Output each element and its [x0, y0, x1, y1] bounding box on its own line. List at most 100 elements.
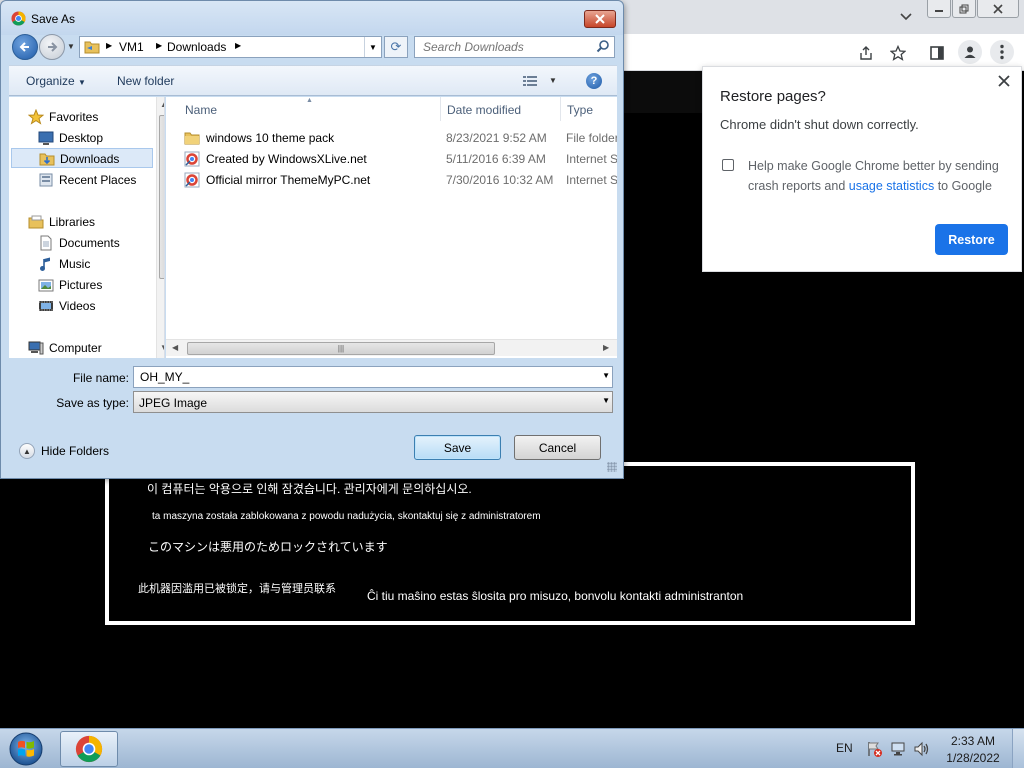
- crash-report-checkbox[interactable]: [722, 159, 734, 171]
- file-type: Internet Shortcut: [566, 173, 617, 187]
- side-panel-icon[interactable]: [926, 42, 948, 64]
- chrome-menu-icon[interactable]: [990, 40, 1014, 64]
- address-bar[interactable]: ▶ VM1 ▶ Downloads ▶ ▼: [79, 36, 382, 58]
- nav-item-desktop[interactable]: Desktop: [9, 128, 151, 148]
- restore-button[interactable]: Restore: [935, 224, 1008, 255]
- command-bar: Organize ▼ New folder ▼ ?: [9, 65, 617, 96]
- nav-item-label: Recent Places: [59, 173, 137, 187]
- refresh-icon[interactable]: ⟳: [384, 36, 408, 58]
- lock-message-esperanto: Ĉi tiu maŝino estas ŝlosita pro misuzo, …: [367, 589, 744, 603]
- cancel-button[interactable]: Cancel: [514, 435, 601, 460]
- column-header-name[interactable]: Name: [185, 97, 441, 121]
- nav-item-downloads[interactable]: Downloads: [11, 148, 153, 168]
- pictures-icon: [38, 277, 54, 293]
- nav-item-music[interactable]: Music: [9, 254, 151, 274]
- organize-button[interactable]: Organize ▼: [26, 74, 86, 88]
- search-icon[interactable]: [596, 39, 610, 53]
- volume-icon[interactable]: [913, 740, 931, 758]
- back-arrow-icon[interactable]: [12, 34, 38, 60]
- clock-date[interactable]: 1/28/2022: [940, 751, 1006, 765]
- close-window-icon[interactable]: [977, 0, 1019, 18]
- minimize-icon[interactable]: [927, 0, 951, 18]
- lock-message-box: 이 컴퓨터는 악용으로 인해 잠겼습니다. 관리자에게 문의하십시오. ta m…: [105, 462, 915, 625]
- search-input[interactable]: [415, 37, 595, 57]
- start-button-icon[interactable]: [4, 730, 48, 768]
- documents-icon: [38, 235, 54, 251]
- save-as-type-select[interactable]: JPEG Image ▼: [133, 391, 613, 413]
- save-as-type-dropdown-icon[interactable]: ▼: [602, 396, 610, 405]
- new-folder-button[interactable]: New folder: [117, 74, 174, 88]
- breadcrumb-separator-icon[interactable]: ▶: [106, 41, 112, 50]
- taskbar-chrome-icon[interactable]: [60, 731, 118, 767]
- nav-item-label: Downloads: [60, 152, 120, 166]
- search-box[interactable]: [414, 36, 615, 58]
- nav-item-label: Computer: [49, 341, 102, 355]
- lock-message-chinese: 此机器因滥用已被锁定，请与管理员联系: [138, 583, 336, 595]
- recent-locations-dropdown-icon[interactable]: ▼: [67, 42, 75, 51]
- breadcrumb-separator-icon[interactable]: ▶: [156, 41, 162, 50]
- folder-icon: [84, 40, 100, 54]
- file-row[interactable]: Official mirror ThemeMyPC.net 7/30/2016 …: [180, 170, 617, 191]
- file-date: 8/23/2021 9:52 AM: [446, 131, 547, 145]
- bookmark-star-icon[interactable]: [887, 42, 909, 64]
- nav-item-computer[interactable]: Computer: [9, 338, 151, 358]
- profile-avatar-icon[interactable]: [958, 40, 982, 64]
- file-list: ▲ Name Date modified Type windows 10 the…: [166, 97, 617, 358]
- videos-icon: [38, 298, 54, 314]
- nav-item-favorites[interactable]: Favorites: [9, 107, 151, 127]
- file-name-dropdown-icon[interactable]: ▼: [602, 371, 610, 380]
- folder-icon: [184, 130, 200, 146]
- scroll-right-icon[interactable]: ▶: [603, 343, 609, 352]
- organize-dropdown-icon: ▼: [78, 78, 86, 87]
- internet-shortcut-icon: [184, 151, 200, 167]
- nav-item-label: Music: [59, 257, 91, 271]
- scroll-up-icon[interactable]: ▲: [160, 100, 164, 109]
- address-dropdown-icon[interactable]: ▼: [364, 37, 381, 57]
- breadcrumb-vm1[interactable]: VM1: [119, 40, 144, 54]
- file-list-horizontal-scrollbar[interactable]: ◀ ||| ▶: [166, 339, 617, 356]
- share-icon[interactable]: [855, 42, 877, 64]
- nav-item-pictures[interactable]: Pictures: [9, 275, 151, 295]
- view-dropdown-icon[interactable]: ▼: [549, 76, 557, 85]
- resize-grip-icon[interactable]: [607, 462, 617, 472]
- file-row[interactable]: Created by WindowsXLive.net 5/11/2016 6:…: [180, 149, 617, 170]
- nav-item-videos[interactable]: Videos: [9, 296, 151, 316]
- usage-statistics-link[interactable]: usage statistics: [849, 179, 934, 193]
- network-icon[interactable]: [890, 740, 908, 758]
- breadcrumb-separator-icon[interactable]: ▶: [235, 41, 241, 50]
- scroll-down-icon[interactable]: ▼: [160, 343, 164, 352]
- file-name-combo[interactable]: ▼: [133, 366, 613, 388]
- column-header-date-modified[interactable]: Date modified: [447, 97, 561, 121]
- help-icon[interactable]: ?: [586, 73, 602, 89]
- view-options-icon[interactable]: [522, 75, 538, 87]
- star-icon: [27, 108, 45, 125]
- file-name: windows 10 theme pack: [206, 131, 335, 145]
- file-type: Internet Shortcut: [566, 152, 617, 166]
- restore-popup-title: Restore pages?: [720, 88, 826, 105]
- nav-item-libraries[interactable]: Libraries: [9, 212, 151, 232]
- breadcrumb-downloads[interactable]: Downloads: [167, 40, 226, 54]
- lock-message-korean: 이 컴퓨터는 악용으로 인해 잠겼습니다. 관리자에게 문의하십시오.: [147, 482, 472, 496]
- nav-scroll-thumb[interactable]: [159, 115, 164, 279]
- file-row[interactable]: windows 10 theme pack 8/23/2021 9:52 AM …: [180, 128, 617, 149]
- file-name: Created by WindowsXLive.net: [206, 152, 367, 166]
- horizontal-scroll-thumb[interactable]: |||: [187, 342, 495, 355]
- restore-window-icon[interactable]: [952, 0, 976, 18]
- save-button[interactable]: Save: [414, 435, 501, 460]
- column-header-type[interactable]: Type: [567, 97, 617, 121]
- nav-item-documents[interactable]: Documents: [9, 233, 151, 253]
- dialog-close-icon[interactable]: [584, 10, 616, 28]
- action-center-flag-icon[interactable]: [866, 740, 884, 758]
- scroll-left-icon[interactable]: ◀: [172, 343, 178, 352]
- tab-search-chevron-icon[interactable]: [894, 8, 918, 26]
- show-desktop-button[interactable]: [1012, 729, 1024, 768]
- save-as-type-label: Save as type:: [56, 396, 129, 410]
- file-name-input[interactable]: [134, 367, 594, 387]
- close-icon[interactable]: [996, 75, 1012, 91]
- nav-pane-scrollbar[interactable]: ▲ ▼: [156, 97, 164, 358]
- organize-label: Organize: [26, 74, 75, 88]
- forward-arrow-icon[interactable]: [39, 34, 65, 60]
- nav-item-recent-places[interactable]: Recent Places: [9, 170, 151, 190]
- language-indicator[interactable]: EN: [836, 741, 853, 755]
- clock-time[interactable]: 2:33 AM: [940, 734, 1006, 748]
